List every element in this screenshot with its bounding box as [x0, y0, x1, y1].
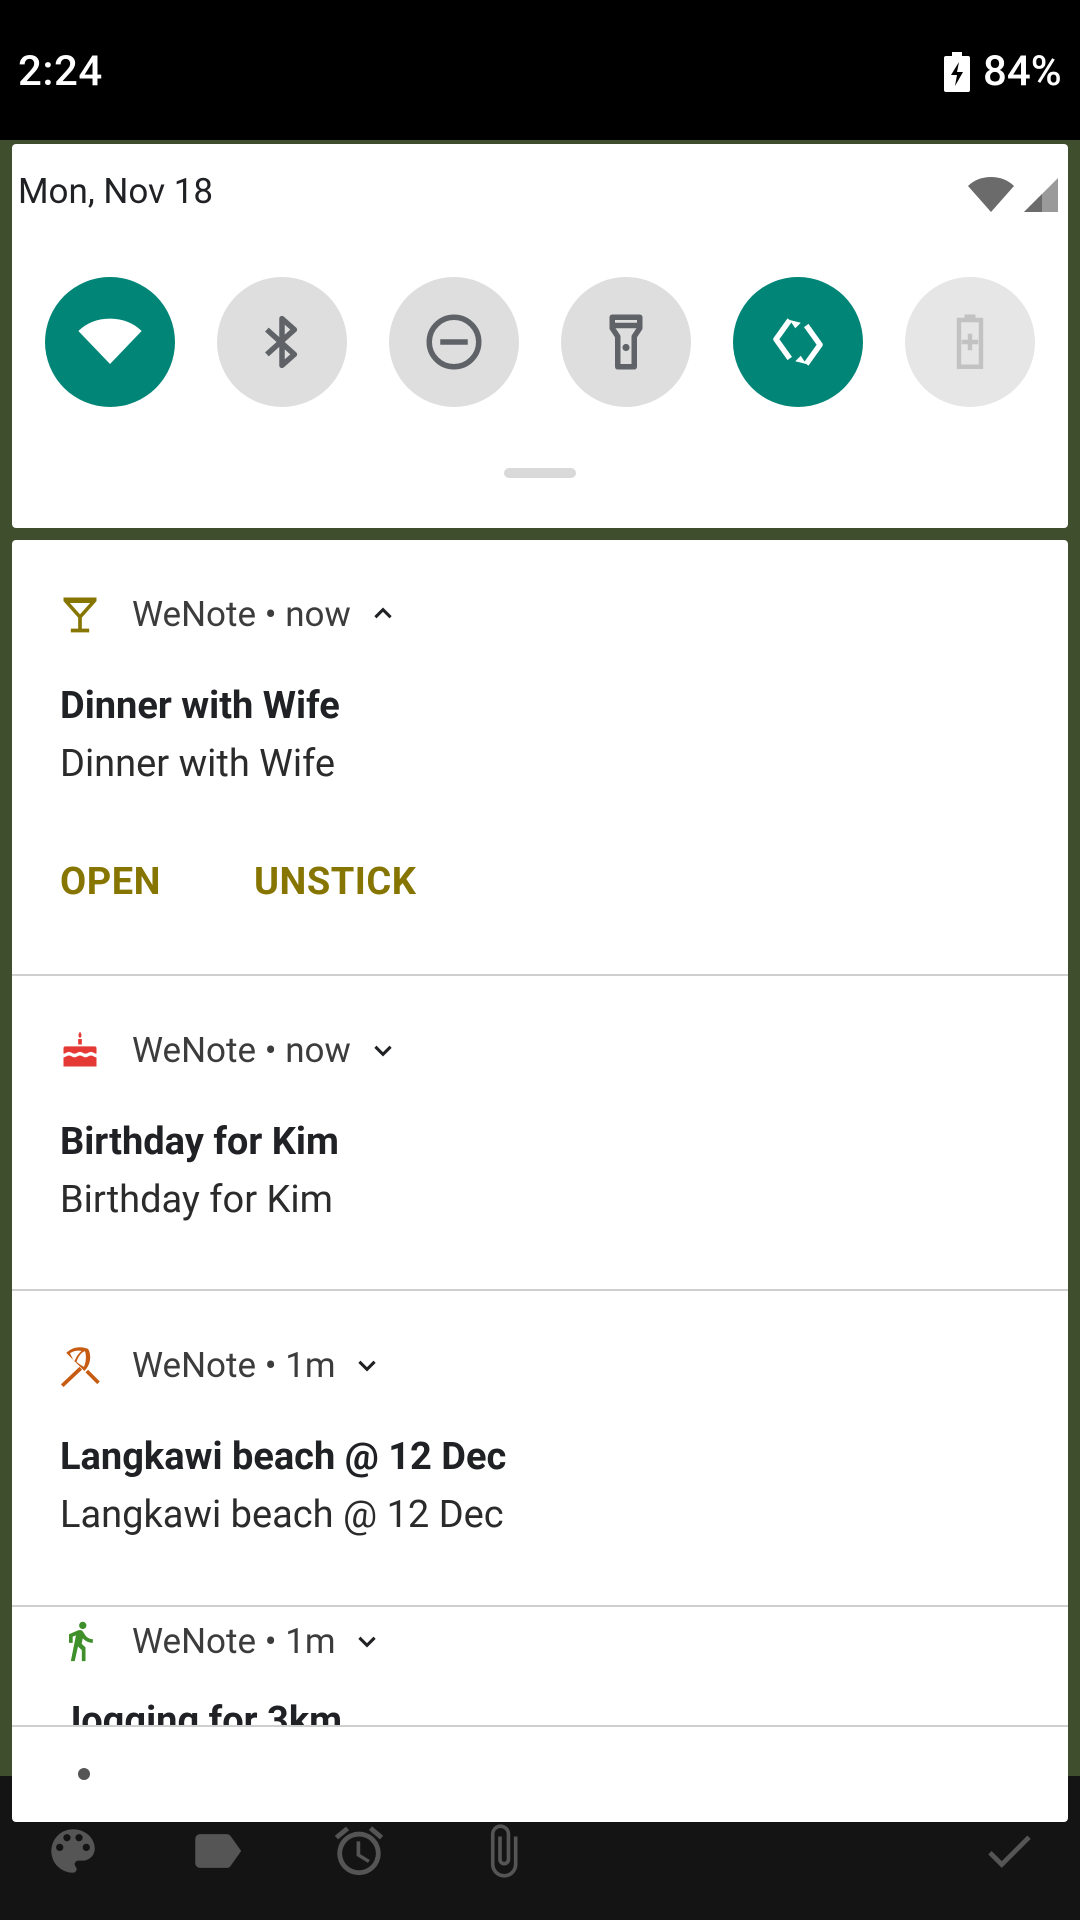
flashlight-icon [609, 314, 643, 370]
notification-time: 1m [285, 1621, 336, 1662]
qs-date[interactable]: Mon, Nov 18 [18, 171, 213, 212]
divider [12, 1725, 1068, 1727]
tile-flashlight[interactable] [561, 277, 691, 407]
app-name: WeNote [132, 1345, 257, 1386]
cocktail-icon [58, 592, 102, 636]
beach-umbrella-icon [58, 1343, 102, 1387]
label-icon[interactable] [188, 1822, 246, 1880]
clock: 2:24 [18, 47, 103, 96]
battery-percentage: 84% [983, 47, 1062, 96]
status-bar: 2:24 84% [0, 0, 1080, 144]
notification-birthday[interactable]: WeNote • now Birthday for Kim Birthday f… [12, 976, 1068, 1290]
unstick-button[interactable]: UNSTICK [254, 860, 416, 904]
notification-langkawi[interactable]: WeNote • 1m Langkawi beach @ 12 Dec Lang… [12, 1291, 1068, 1605]
notification-text: Dinner with Wife [60, 742, 336, 786]
wifi-icon [78, 318, 142, 364]
tile-bluetooth[interactable] [217, 277, 347, 407]
notification-header[interactable]: WeNote • now [132, 594, 396, 635]
check-icon[interactable] [980, 1822, 1038, 1880]
battery-saver-icon [956, 314, 984, 369]
notification-time: 1m [285, 1345, 336, 1386]
separator-dot: • [264, 1621, 286, 1662]
chevron-up-icon[interactable] [370, 601, 396, 627]
notification-text: Langkawi beach @ 12 Dec [60, 1493, 504, 1537]
notification-jogging[interactable]: WeNote • 1m Jogging for 3km [12, 1607, 1068, 1725]
app-name: WeNote [132, 594, 257, 635]
notification-time: now [285, 594, 351, 635]
chevron-down-icon[interactable] [370, 1037, 396, 1063]
notification-title: Jogging for 3km [60, 1699, 343, 1725]
notification-header[interactable]: WeNote • 1m [132, 1345, 380, 1386]
wifi-signal-icon [966, 174, 1016, 214]
cell-signal-icon [1022, 174, 1058, 214]
notification-header[interactable]: WeNote • now [132, 1030, 396, 1071]
quick-settings-panel: Mon, Nov 18 [12, 144, 1068, 528]
auto-rotate-icon [773, 318, 823, 366]
overflow-notification-dot[interactable] [78, 1768, 90, 1780]
app-name: WeNote [132, 1030, 257, 1071]
notification-title: Dinner with Wife [60, 684, 340, 728]
notification-list: WeNote • now Dinner with Wife Dinner wit… [12, 540, 1068, 1822]
open-button[interactable]: OPEN [60, 860, 161, 904]
palette-icon[interactable] [44, 1822, 102, 1880]
notification-title: Birthday for Kim [60, 1120, 339, 1164]
chevron-down-icon[interactable] [354, 1628, 380, 1654]
tile-auto-rotate[interactable] [733, 277, 863, 407]
tile-do-not-disturb[interactable] [389, 277, 519, 407]
battery-charging-icon [944, 52, 970, 92]
running-person-icon [58, 1619, 102, 1663]
alarm-icon[interactable] [330, 1822, 388, 1880]
app-name: WeNote [132, 1621, 257, 1662]
separator-dot: • [264, 1345, 286, 1386]
expand-handle[interactable] [504, 468, 576, 478]
notification-dinner[interactable]: WeNote • now Dinner with Wife Dinner wit… [12, 540, 1068, 976]
do-not-disturb-icon [426, 314, 482, 370]
separator-dot: • [264, 594, 286, 635]
tile-battery-saver[interactable] [905, 277, 1035, 407]
birthday-cake-icon [58, 1028, 102, 1072]
tile-wifi[interactable] [45, 277, 175, 407]
notification-header[interactable]: WeNote • 1m [132, 1621, 380, 1662]
attachment-icon[interactable] [474, 1822, 532, 1880]
notification-title: Langkawi beach @ 12 Dec [60, 1435, 507, 1479]
notification-text: Birthday for Kim [60, 1178, 333, 1222]
bluetooth-icon [265, 315, 298, 369]
notification-time: now [285, 1030, 351, 1071]
chevron-down-icon[interactable] [354, 1352, 380, 1378]
separator-dot: • [264, 1030, 286, 1071]
